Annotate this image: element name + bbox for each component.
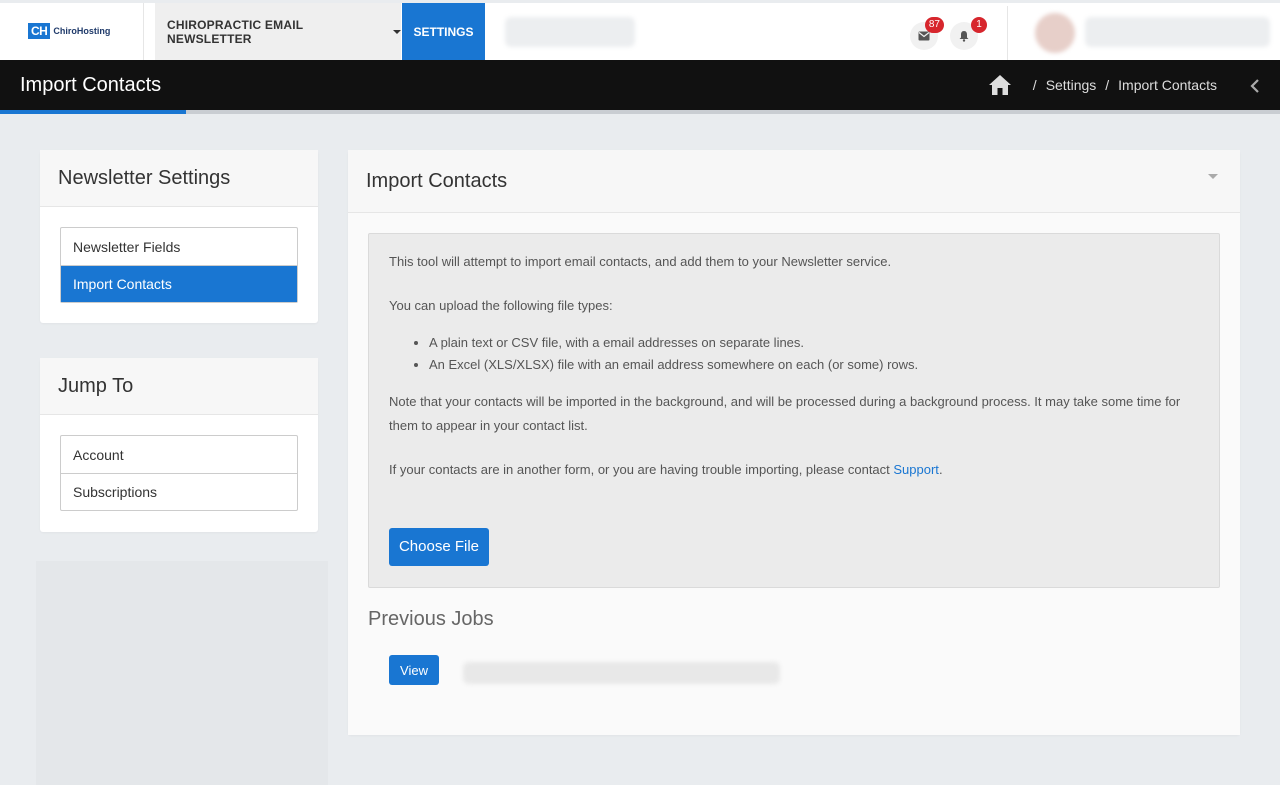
breadcrumb-import-contacts: Import Contacts xyxy=(1118,77,1217,93)
notification-count-badge: 1 xyxy=(971,17,987,33)
sidebar-item-import-contacts[interactable]: Import Contacts xyxy=(61,265,297,302)
logo-text: ChiroHosting xyxy=(53,26,111,36)
jump-item-account[interactable]: Account xyxy=(61,436,297,473)
jump-item-subscriptions[interactable]: Subscriptions xyxy=(61,473,297,510)
home-icon[interactable] xyxy=(988,74,1012,96)
support-link[interactable]: Support xyxy=(893,462,939,477)
settings-tab[interactable]: SETTINGS xyxy=(402,3,485,60)
background-note: Note that your contacts will be imported… xyxy=(389,394,1181,433)
sidebar-background xyxy=(36,561,328,785)
card-body: This tool will attempt to import email c… xyxy=(348,213,1240,735)
nav-divider xyxy=(1007,6,1008,60)
app-menu-dropdown[interactable]: CHIROPRACTIC EMAIL NEWSLETTER xyxy=(155,3,401,60)
app-menu-label: CHIROPRACTIC EMAIL NEWSLETTER xyxy=(167,17,304,46)
redacted-user-name[interactable] xyxy=(1085,17,1270,47)
sidebar-item-newsletter-fields[interactable]: Newsletter Fields xyxy=(61,228,297,265)
breadcrumb-separator: / xyxy=(1105,77,1110,93)
page-title: Import Contacts xyxy=(20,74,162,96)
caret-down-icon xyxy=(393,29,401,34)
header-strip xyxy=(186,110,1280,114)
bell-icon xyxy=(959,31,969,42)
jump-to-title: Jump To xyxy=(40,358,318,415)
filetype-item: An Excel (XLS/XLSX) file with an email a… xyxy=(429,354,1199,376)
import-contacts-title: Import Contacts xyxy=(348,150,1240,213)
newsletter-settings-list: Newsletter Fields Import Contacts xyxy=(60,227,298,303)
mail-count-badge: 87 xyxy=(924,17,944,33)
newsletter-settings-card: Newsletter Settings Newsletter Fields Im… xyxy=(40,150,318,323)
breadcrumb-settings[interactable]: Settings xyxy=(1046,77,1097,93)
newsletter-settings-title: Newsletter Settings xyxy=(40,150,318,207)
avatar[interactable] xyxy=(1035,13,1075,53)
nav-divider xyxy=(143,3,144,60)
collapse-card-icon[interactable] xyxy=(1208,174,1218,179)
notifications-button[interactable]: 1 xyxy=(950,17,987,50)
view-job-button[interactable]: View xyxy=(389,655,439,685)
filetypes-intro: You can upload the following file types: xyxy=(389,298,613,313)
envelope-icon xyxy=(918,31,930,41)
choose-file-button[interactable]: Choose File xyxy=(389,528,489,566)
header-accent-bar xyxy=(0,110,186,114)
import-contacts-card: Import Contacts This tool will attempt t… xyxy=(348,150,1240,735)
support-text: If your contacts are in another form, or… xyxy=(389,458,1199,482)
redacted-job-info xyxy=(463,662,780,684)
filetype-item: A plain text or CSV file, with a email a… xyxy=(429,332,1199,354)
import-instructions: This tool will attempt to import email c… xyxy=(368,233,1220,588)
support-suffix: . xyxy=(938,462,943,477)
redacted-nav-item xyxy=(505,17,635,47)
breadcrumb-separator: / xyxy=(1032,77,1037,93)
chevron-left-icon[interactable] xyxy=(1250,78,1260,94)
jump-to-card: Jump To Account Subscriptions xyxy=(40,358,318,532)
chirohosting-logo[interactable]: CH ChiroHosting xyxy=(28,23,110,39)
support-prefix: If your contacts are in another form, or… xyxy=(389,462,894,477)
jump-to-list: Account Subscriptions xyxy=(60,435,298,511)
top-navbar: CH ChiroHosting CHIROPRACTIC EMAIL NEWSL… xyxy=(0,0,1280,60)
logo-mark: CH xyxy=(28,23,51,39)
intro-text: This tool will attempt to import email c… xyxy=(389,254,892,269)
previous-jobs-title: Previous Jobs xyxy=(368,608,494,630)
breadcrumb: / Settings / Import Contacts xyxy=(988,74,1217,96)
filetypes-list: A plain text or CSV file, with a email a… xyxy=(429,332,1199,376)
mail-button[interactable]: 87 xyxy=(910,17,944,50)
settings-tab-label: SETTINGS xyxy=(413,24,474,39)
